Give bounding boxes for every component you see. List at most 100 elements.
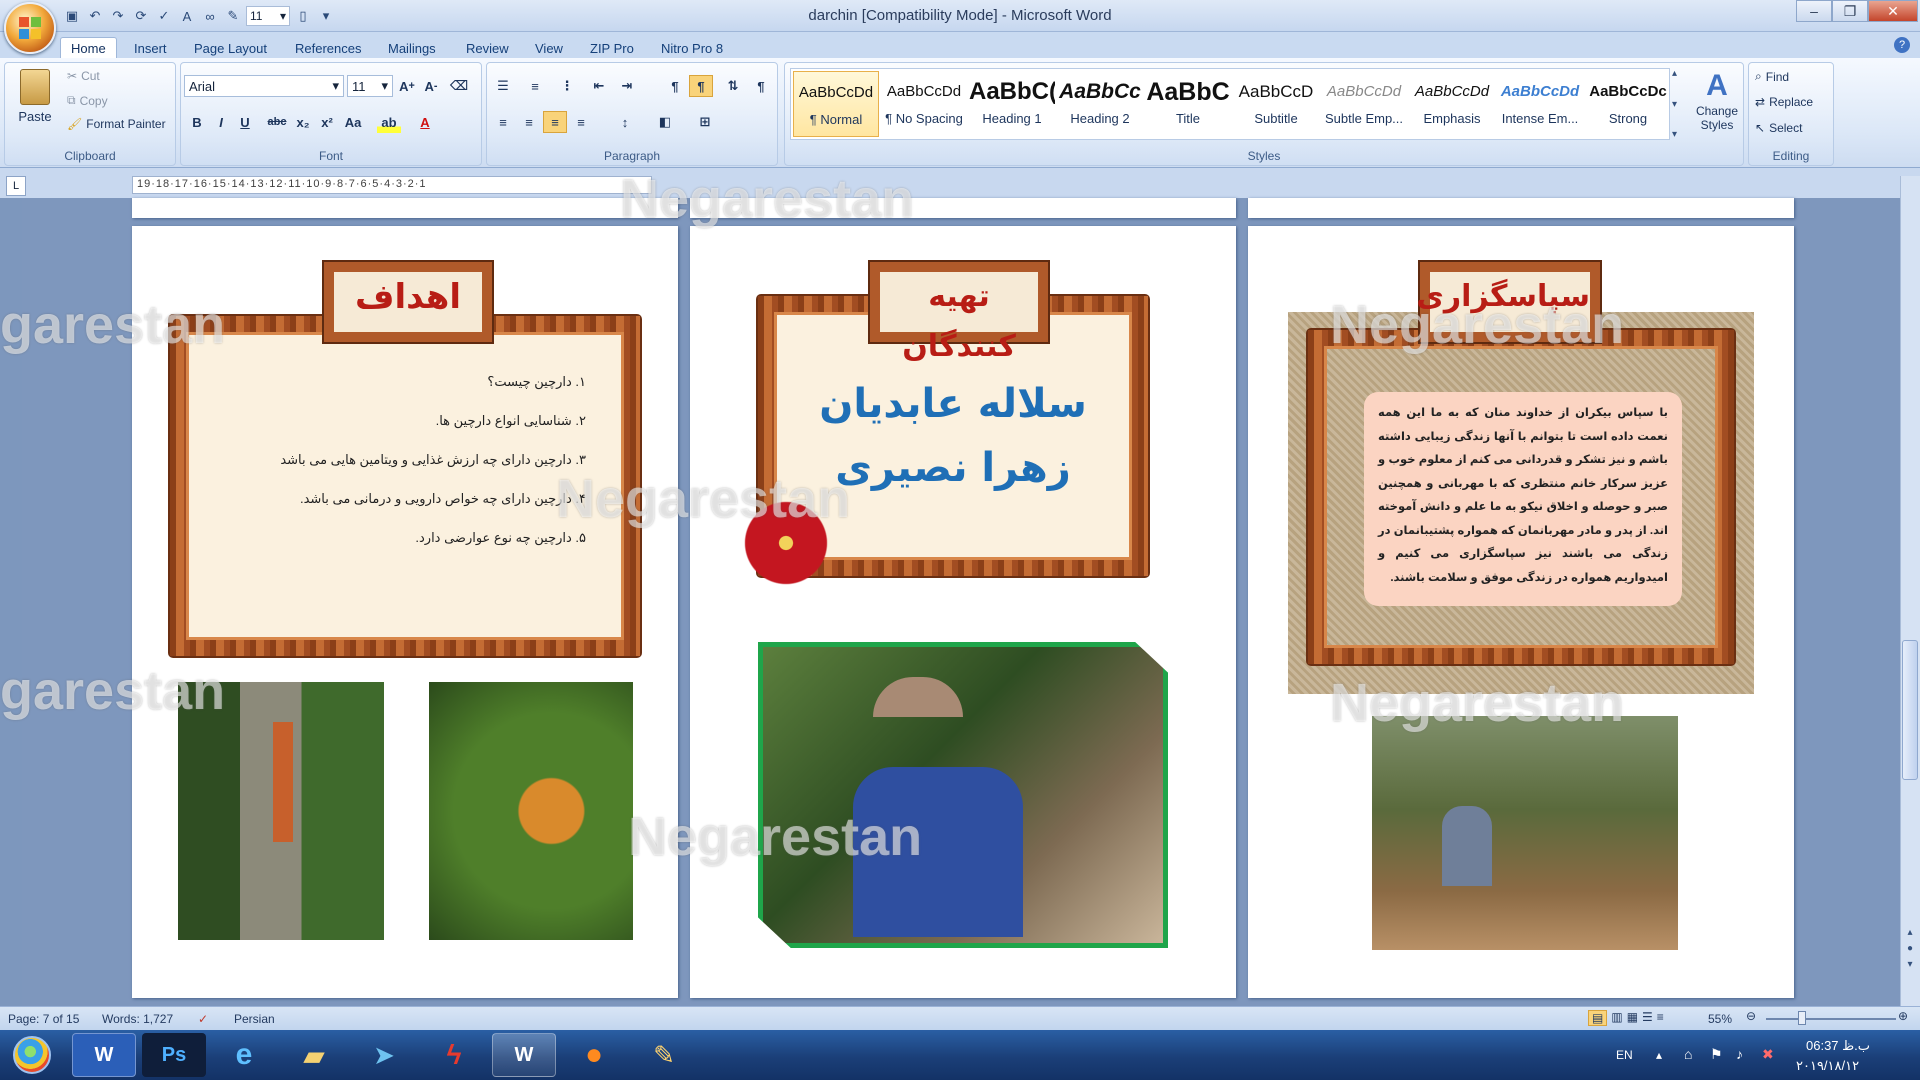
start-button[interactable] [8,1030,56,1080]
zoom-slider-thumb[interactable] [1798,1011,1806,1025]
reading-layout-icon[interactable]: ▥ [1611,1010,1622,1026]
underline-button[interactable]: U [233,111,257,133]
paint-icon[interactable]: ✎ [632,1033,696,1077]
select-button[interactable]: ↖ Select [1755,121,1802,135]
tab-page-layout[interactable]: Page Layout [184,37,277,59]
tab-selector-icon[interactable]: L [6,176,26,196]
borders-icon[interactable]: ⊞ [693,111,717,133]
page-preparers[interactable]: سلاله عابدیان زهرا نصیری تهیه کنندگان [690,226,1236,998]
office-button[interactable] [4,2,56,54]
help-icon[interactable]: ? [1894,37,1910,53]
change-styles-button[interactable]: A Change Styles [1692,68,1742,132]
vertical-scrollbar[interactable] [1900,176,1920,1006]
superscript-button[interactable]: x² [315,111,339,133]
style-emphasis[interactable]: AaBbCcDd Emphasis [1409,71,1495,137]
photoshop-taskbar-icon[interactable]: Ps [142,1033,206,1077]
zoom-out-icon[interactable]: ⊖ [1746,1009,1756,1023]
horizontal-ruler[interactable]: 19·18·17·16·15·14·13·12·11·10·9·8·7·6·5·… [132,176,652,194]
numbering-icon[interactable]: ≡ [523,75,547,97]
page-acknowledgement[interactable]: با سپاس بیکران از خداوند منان که به ما ا… [1248,226,1794,998]
find-button[interactable]: ⌕ Find [1755,69,1789,84]
grow-font-button[interactable]: A + [395,75,419,97]
increase-indent-icon[interactable]: ⇥ [615,75,639,97]
zoom-in-icon[interactable]: ⊕ [1898,1009,1908,1023]
print-layout-icon[interactable]: ▤ [1588,1010,1608,1026]
rtl-icon[interactable]: ¶ [689,75,713,97]
paste-button[interactable]: Paste [11,69,59,124]
action-center-icon[interactable]: ⚑ [1710,1046,1723,1063]
sort-icon[interactable]: ⇅ [721,75,745,97]
language-indicator[interactable]: Persian [234,1012,275,1026]
file-explorer-icon[interactable]: ▰ [282,1033,346,1077]
tab-zip-pro[interactable]: ZIP Pro [580,37,644,59]
font-color-icon[interactable]: A [413,111,437,133]
bullets-icon[interactable]: ☰ [491,75,515,97]
style-title[interactable]: AaBbC Title [1145,71,1231,137]
word-count[interactable]: Words: 1,727 [102,1012,173,1026]
tab-home[interactable]: Home [60,37,117,59]
justify-icon[interactable]: ≡ [569,111,593,133]
firefox-icon[interactable]: ● [562,1033,626,1077]
tab-references[interactable]: References [285,37,371,59]
page-objectives[interactable]: ۱. دارچین چیست؟ ۲. شناسایی انواع دارچین … [132,226,678,998]
line-spacing-icon[interactable]: ↕ [613,111,637,133]
format-painter-button[interactable]: 🖌 Format Painter [67,117,166,131]
highlight-icon[interactable]: ab [377,111,401,133]
tab-review[interactable]: Review [456,37,519,59]
network-icon[interactable]: ⌂ [1684,1046,1692,1062]
style-intense-emphasis[interactable]: AaBbCcDd Intense Em... [1497,71,1583,137]
shrink-font-button[interactable]: A- [419,75,443,97]
tab-nitro-pro[interactable]: Nitro Pro 8 [651,37,733,59]
minimize-button[interactable]: – [1796,0,1832,22]
align-center-icon[interactable]: ≡ [517,111,541,133]
align-right-icon[interactable]: ≡ [543,111,567,133]
style-heading-2[interactable]: AaBbCc Heading 2 [1057,71,1143,137]
proofing-icon[interactable]: ✓ [198,1012,208,1026]
ltr-icon[interactable]: ¶ [663,75,687,97]
word-taskbar-icon[interactable]: W [72,1033,136,1077]
style-no-spacing[interactable]: AaBbCcDd ¶ No Spacing [881,71,967,137]
subscript-button[interactable]: x₂ [291,111,315,133]
internet-explorer-icon[interactable]: e [212,1033,276,1077]
replace-button[interactable]: ⇄ Replace [1755,95,1813,109]
strikethrough-button[interactable]: abc [265,111,289,133]
zoom-slider[interactable] [1766,1018,1896,1020]
page-count[interactable]: Page: 7 of 15 [8,1012,79,1026]
word-document-taskbar-icon[interactable]: W [492,1033,556,1077]
style-normal[interactable]: AaBbCcDd ¶ Normal [793,71,879,137]
close-button[interactable]: ✕ [1868,0,1918,22]
font-name-combo[interactable]: Arial ▾ [184,75,344,97]
clear-formatting-icon[interactable]: ⌫ [447,75,471,97]
clock-date[interactable]: ۲۰۱۹/۱۸/۱۲ [1796,1058,1859,1074]
clock-time[interactable]: 06:37 ب.ظ [1806,1038,1870,1054]
style-heading-1[interactable]: AaBbC(Heading 1 [969,71,1055,137]
italic-button[interactable]: I [209,111,233,133]
maximize-button[interactable]: ❐ [1832,0,1868,22]
styles-scroll[interactable]: ▴ ▾ ▾ [1672,68,1686,140]
style-subtitle[interactable]: AaBbCcD Subtitle [1233,71,1319,137]
alert-icon[interactable]: ✖ [1762,1046,1774,1063]
zoom-level[interactable]: 55% [1708,1012,1732,1026]
volume-icon[interactable]: ♪ [1736,1046,1743,1062]
cut-button[interactable]: ✂ Cut [67,69,100,83]
web-layout-icon[interactable]: ▦ [1627,1010,1638,1026]
browse-object-controls[interactable]: ▴ ● ▾ [1903,925,1917,973]
change-case-button[interactable]: Aa [341,111,365,133]
tab-mailings[interactable]: Mailings [378,37,446,59]
show-hidden-icons[interactable]: ▴ [1656,1048,1662,1062]
decrease-indent-icon[interactable]: ⇤ [587,75,611,97]
copy-button[interactable]: ⧉ Copy [67,93,108,108]
style-subtle-emphasis[interactable]: AaBbCcDd Subtle Emp... [1321,71,1407,137]
style-strong[interactable]: AaBbCcDc Strong [1585,71,1671,137]
outline-icon[interactable]: ☰ [1642,1010,1653,1026]
flash-icon[interactable]: ϟ [422,1033,486,1077]
scrollbar-thumb[interactable] [1902,640,1918,780]
telegram-icon[interactable]: ➤ [352,1033,416,1077]
tab-insert[interactable]: Insert [124,37,177,59]
bold-button[interactable]: B [185,111,209,133]
input-language[interactable]: EN [1616,1048,1633,1062]
align-left-icon[interactable]: ≡ [491,111,515,133]
shading-icon[interactable]: ◧ [653,111,677,133]
font-size-combo[interactable]: 11 ▾ [347,75,393,97]
multilevel-list-icon[interactable]: ⋮ [555,75,579,97]
